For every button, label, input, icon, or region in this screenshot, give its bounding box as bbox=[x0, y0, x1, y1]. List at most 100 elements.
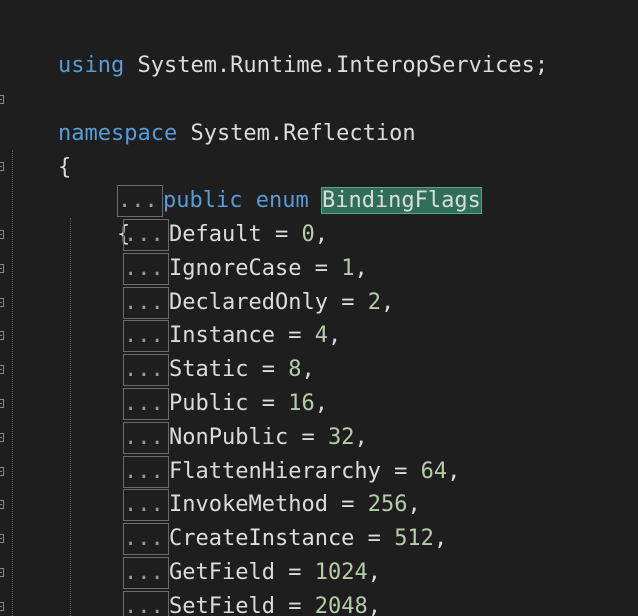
fold-toggle-icon[interactable] bbox=[0, 230, 4, 239]
enum-member-value: 64 bbox=[420, 459, 448, 484]
assign-operator: = bbox=[274, 594, 315, 616]
code-line-enum-open-brace[interactable]: { bbox=[64, 184, 130, 247]
keyword-public: public bbox=[162, 188, 243, 213]
code-line-enum-member[interactable]: ... IgnoreCase = 1, bbox=[123, 252, 368, 286]
enum-member-value: 0 bbox=[301, 222, 315, 247]
code-line-open-brace[interactable]: { bbox=[5, 117, 71, 180]
collapsed-region-button[interactable]: ... bbox=[123, 320, 169, 352]
comma-separator: , bbox=[367, 594, 381, 616]
collapsed-region-button[interactable]: ... bbox=[123, 489, 169, 521]
code-line-namespace[interactable]: namespace System.Reflection bbox=[5, 83, 416, 146]
assign-operator: = bbox=[380, 459, 421, 484]
comma-separator: , bbox=[314, 391, 328, 416]
enum-member-value: 1024 bbox=[314, 560, 368, 585]
collapsed-region-button[interactable]: ... bbox=[123, 456, 169, 488]
code-line-enum-member[interactable]: ... GetField = 1024, bbox=[123, 556, 381, 590]
enum-name-highlight[interactable]: BindingFlags bbox=[320, 187, 482, 214]
comma-separator: , bbox=[447, 459, 461, 484]
enum-member-value: 2 bbox=[367, 290, 381, 315]
keyword-using: using bbox=[57, 53, 125, 78]
enum-member-value: 512 bbox=[394, 526, 434, 551]
code-line-enum-member[interactable]: ... CreateInstance = 512, bbox=[123, 522, 447, 556]
comma-separator: , bbox=[327, 323, 342, 348]
assign-operator: = bbox=[274, 323, 315, 348]
comma-separator: , bbox=[407, 492, 421, 517]
namespace-name: System.Reflection bbox=[177, 121, 416, 146]
enum-member-name: Static bbox=[169, 357, 249, 382]
comma-separator: , bbox=[314, 222, 328, 247]
assign-operator: = bbox=[354, 526, 395, 551]
enum-member-name: Instance bbox=[169, 323, 275, 348]
collapsed-region-button[interactable]: ... bbox=[123, 253, 169, 285]
assign-operator: = bbox=[274, 560, 315, 585]
code-line-enum-member[interactable]: ... Default = 0, bbox=[123, 218, 328, 252]
enum-member-name: Default bbox=[169, 222, 262, 247]
fold-toggle-icon[interactable] bbox=[0, 467, 4, 476]
fold-toggle-icon[interactable] bbox=[0, 162, 4, 171]
collapsed-region-button[interactable]: ... bbox=[123, 523, 169, 555]
collapsed-region-button[interactable]: ... bbox=[123, 557, 169, 589]
assign-operator: = bbox=[301, 256, 342, 281]
indent-guide bbox=[12, 150, 13, 616]
enum-member-name: DeclaredOnly bbox=[169, 290, 328, 315]
enum-member-value: 256 bbox=[367, 492, 408, 517]
comma-separator: , bbox=[433, 526, 448, 551]
comma-separator: , bbox=[354, 256, 368, 281]
keyword-namespace: namespace bbox=[57, 121, 178, 146]
using-namespace-text: System.Runtime.InteropServices; bbox=[124, 53, 549, 78]
enum-member-value: 4 bbox=[314, 323, 328, 348]
comma-separator: , bbox=[301, 357, 315, 382]
enum-member-name: InvokeMethod bbox=[169, 492, 328, 517]
collapsed-region-button[interactable]: ... bbox=[123, 287, 169, 319]
code-line-enum-member[interactable]: ... Public = 16, bbox=[123, 387, 328, 421]
enum-member-name: FlattenHierarchy bbox=[169, 459, 381, 484]
code-line-enum[interactable]: ... public enum BindingFlags bbox=[64, 150, 482, 217]
fold-toggle-icon[interactable] bbox=[0, 365, 4, 374]
comma-separator: , bbox=[354, 425, 368, 450]
collapsed-region-button[interactable]: ... bbox=[123, 591, 169, 616]
code-line-using[interactable]: using System.Runtime.InteropServices; bbox=[5, 15, 548, 78]
comma-separator: , bbox=[367, 560, 381, 585]
keyword-enum: enum bbox=[255, 188, 309, 213]
enum-member-name: NonPublic bbox=[169, 425, 289, 450]
enum-member-value: 1 bbox=[341, 256, 355, 281]
fold-toggle-icon[interactable] bbox=[0, 500, 4, 509]
enum-member-value: 32 bbox=[327, 425, 355, 450]
enum-member-value: 16 bbox=[288, 391, 315, 416]
assign-operator: = bbox=[327, 492, 368, 517]
code-line-enum-member[interactable]: ... InvokeMethod = 256, bbox=[123, 488, 421, 522]
collapsed-region-button[interactable]: ... bbox=[123, 219, 169, 251]
assign-operator: = bbox=[327, 290, 368, 315]
enum-member-name: GetField bbox=[169, 560, 275, 585]
fold-toggle-icon[interactable] bbox=[0, 331, 4, 340]
code-line-enum-member[interactable]: ... Instance = 4, bbox=[123, 319, 341, 353]
fold-toggle-icon[interactable] bbox=[0, 95, 4, 104]
code-line-enum-member[interactable]: ... SetField = 2048, bbox=[123, 590, 381, 616]
fold-toggle-icon[interactable] bbox=[0, 298, 4, 307]
fold-toggle-icon[interactable] bbox=[0, 399, 4, 408]
code-line-enum-member[interactable]: ... NonPublic = 32, bbox=[123, 421, 368, 455]
assign-operator: = bbox=[288, 425, 328, 450]
enum-member-value: 2048 bbox=[314, 594, 368, 616]
comma-separator: , bbox=[380, 290, 395, 315]
fold-toggle-icon[interactable] bbox=[0, 433, 4, 442]
enum-member-value: 8 bbox=[288, 357, 302, 382]
collapsed-region-button[interactable]: ... bbox=[123, 354, 169, 386]
enum-member-name: Public bbox=[169, 391, 249, 416]
assign-operator: = bbox=[248, 391, 289, 416]
code-line-enum-member[interactable]: ... FlattenHierarchy = 64, bbox=[123, 455, 460, 489]
enum-member-name: CreateInstance bbox=[169, 526, 355, 551]
collapsed-region-button[interactable]: ... bbox=[123, 422, 169, 454]
fold-toggle-icon[interactable] bbox=[0, 602, 4, 611]
collapsed-region-button[interactable]: ... bbox=[123, 388, 169, 420]
fold-toggle-icon[interactable] bbox=[0, 264, 4, 273]
assign-operator: = bbox=[261, 222, 302, 247]
assign-operator: = bbox=[248, 357, 289, 382]
code-line-enum-member[interactable]: ... Static = 8, bbox=[123, 353, 315, 387]
code-line-enum-member[interactable]: ... DeclaredOnly = 2, bbox=[123, 286, 394, 320]
code-editor[interactable]: using System.Runtime.InteropServices; na… bbox=[0, 0, 638, 616]
enum-member-name: IgnoreCase bbox=[169, 256, 302, 281]
fold-toggle-icon[interactable] bbox=[0, 568, 4, 577]
fold-toggle-icon[interactable] bbox=[0, 534, 4, 543]
enum-member-name: SetField bbox=[169, 594, 275, 616]
